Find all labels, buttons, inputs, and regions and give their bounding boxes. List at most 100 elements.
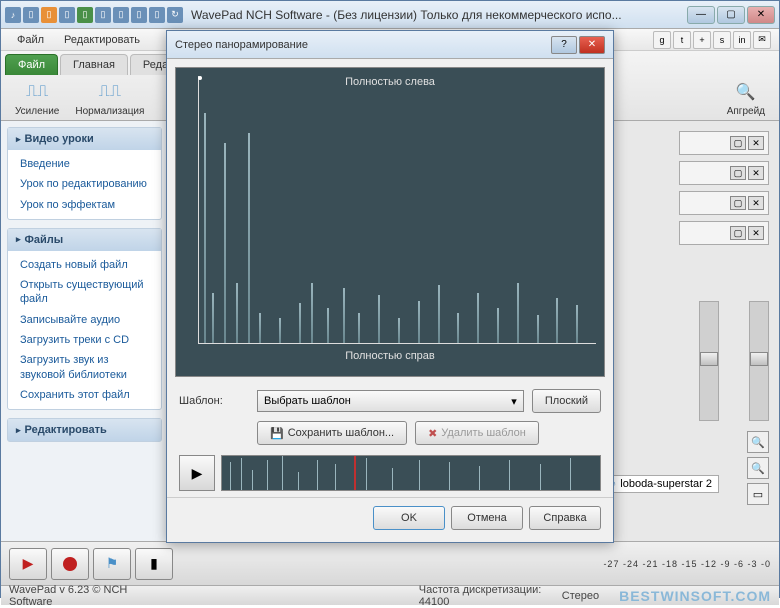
sidebar-panel-lessons: Видео уроки Введение Урок по редактирова…: [7, 127, 162, 220]
volume-slider[interactable]: [699, 301, 719, 421]
sidebar-links: Создать новый файл Открыть существующий …: [8, 251, 161, 409]
maximize-button[interactable]: ▢: [717, 6, 745, 24]
sidebar-link[interactable]: Введение: [8, 154, 161, 174]
amplify-button[interactable]: ⎍⎍ Усиление: [9, 78, 65, 119]
qa-icon[interactable]: ▯: [77, 7, 93, 23]
close-button[interactable]: ✕: [747, 6, 775, 24]
restore-icon[interactable]: ▢: [730, 136, 746, 150]
sidebar-panel-files: Файлы Создать новый файл Открыть существ…: [7, 228, 162, 410]
qa-icon[interactable]: ▯: [131, 7, 147, 23]
watermark: BESTWINSOFT.COM: [619, 588, 771, 604]
doc-tab[interactable]: ▢✕: [679, 221, 769, 245]
pan-canvas[interactable]: Полностью слева Полностью справ: [175, 67, 605, 377]
upgrade-label: Апгрейд: [727, 106, 765, 117]
social-icon[interactable]: +: [693, 31, 711, 49]
restore-icon[interactable]: ▢: [730, 196, 746, 210]
zoom-in-icon[interactable]: 🔍: [747, 431, 769, 453]
social-icon[interactable]: g: [653, 31, 671, 49]
menu-file[interactable]: Файл: [9, 32, 52, 48]
ribbon-tab-main[interactable]: Главная: [60, 54, 128, 75]
help-button[interactable]: ?: [551, 36, 577, 54]
dialog-titlebar: Стерео панорамирование ? ✕: [167, 31, 613, 59]
sidebar-link[interactable]: Создать новый файл: [8, 255, 161, 275]
sidebar-link[interactable]: Урок по эффектам: [8, 195, 161, 215]
restore-icon[interactable]: ▢: [730, 226, 746, 240]
chevron-down-icon: ▾: [511, 395, 517, 408]
stereo-pan-dialog: Стерео панорамирование ? ✕ Полностью сле…: [166, 30, 614, 543]
qa-icon[interactable]: ▯: [113, 7, 129, 23]
pan-slider[interactable]: [749, 301, 769, 421]
sidebar-link[interactable]: Загрузить звук из звуковой библиотеки: [8, 350, 161, 385]
window-controls: — ▢ ✕: [687, 6, 775, 24]
zoom-fit-icon[interactable]: ▭: [747, 483, 769, 505]
social-icon[interactable]: t: [673, 31, 691, 49]
close-icon[interactable]: ✕: [748, 136, 764, 150]
stop-button[interactable]: ⚑: [93, 548, 131, 580]
record-button[interactable]: [51, 548, 89, 580]
social-icon[interactable]: ✉: [753, 31, 771, 49]
dialog-close-button[interactable]: ✕: [579, 36, 605, 54]
cancel-button[interactable]: Отмена: [451, 506, 523, 530]
playhead-marker[interactable]: [354, 456, 356, 490]
window-title: WavePad NCH Software - (Без лицензии) То…: [191, 8, 687, 22]
sidebar-link[interactable]: Записывайте аудио: [8, 310, 161, 330]
help-button[interactable]: Справка: [529, 506, 601, 530]
doc-tab[interactable]: ▢✕: [679, 191, 769, 215]
preview-play-button[interactable]: ▶: [179, 455, 215, 491]
flat-button[interactable]: Плоский: [532, 389, 601, 413]
template-select[interactable]: Выбрать шаблон ▾: [257, 390, 524, 412]
file-label[interactable]: ♪ loboda-superstar 2: [604, 475, 719, 493]
slider-thumb[interactable]: [750, 352, 768, 366]
close-icon[interactable]: ✕: [748, 226, 764, 240]
restore-icon[interactable]: ▢: [730, 166, 746, 180]
sidebar-link[interactable]: Урок по редактированию: [8, 174, 161, 194]
sidebar-header[interactable]: Файлы: [8, 229, 161, 251]
social-icon[interactable]: in: [733, 31, 751, 49]
menu-edit[interactable]: Редактировать: [56, 32, 148, 48]
social-icon[interactable]: s: [713, 31, 731, 49]
delete-template-label: Удалить шаблон: [441, 427, 526, 439]
normalize-label: Нормализация: [75, 106, 144, 117]
doc-tab[interactable]: ▢✕: [679, 131, 769, 155]
minimize-button[interactable]: —: [687, 6, 715, 24]
version-label: WavePad v 6.23 © NCH Software: [9, 584, 139, 608]
qa-icon[interactable]: ▯: [41, 7, 57, 23]
upgrade-button[interactable]: 🔍 Апгрейд: [721, 78, 771, 119]
qa-icon[interactable]: ▯: [59, 7, 75, 23]
transport-bar: ▶ ⚑ ▮ -27 -24 -21 -18 -15 -12 -9 -6 -3 -…: [1, 541, 779, 585]
play-button[interactable]: ▶: [9, 548, 47, 580]
sidebar-link[interactable]: Открыть существующий файл: [8, 275, 161, 310]
pan-start-point[interactable]: [198, 76, 202, 80]
close-icon[interactable]: ✕: [748, 166, 764, 180]
sidebar-header[interactable]: Видео уроки: [8, 128, 161, 150]
preview-waveform[interactable]: [221, 455, 601, 491]
qa-icon[interactable]: ▯: [23, 7, 39, 23]
normalize-button[interactable]: ⎍⎍ Нормализация: [69, 78, 150, 119]
zoom-out-icon[interactable]: 🔍: [747, 457, 769, 479]
sidebar-link[interactable]: Загрузить треки с CD: [8, 330, 161, 350]
close-icon[interactable]: ✕: [748, 196, 764, 210]
rewind-button[interactable]: ▮: [135, 548, 173, 580]
upgrade-icon: 🔍: [734, 80, 758, 104]
x-axis: [198, 343, 596, 344]
slider-thumb[interactable]: [700, 352, 718, 366]
ribbon-tab-file[interactable]: Файл: [5, 54, 58, 75]
delete-template-button[interactable]: ✖ Удалить шаблон: [415, 421, 539, 445]
save-icon: 💾: [270, 427, 284, 440]
ok-button[interactable]: OK: [373, 506, 445, 530]
sidebar-link[interactable]: Сохранить этот файл: [8, 385, 161, 405]
qa-icon[interactable]: ▯: [95, 7, 111, 23]
amplify-icon: ⎍⎍: [25, 80, 49, 104]
file-name: loboda-superstar 2: [620, 478, 712, 490]
qa-icon[interactable]: ▯: [149, 7, 165, 23]
qa-icon[interactable]: ↻: [167, 7, 183, 23]
sidebar-header[interactable]: Редактировать: [8, 419, 161, 441]
sidebar-links: Введение Урок по редактированию Урок по …: [8, 150, 161, 219]
document-tabs: ▢✕ ▢✕ ▢✕ ▢✕: [679, 131, 769, 251]
doc-tab[interactable]: ▢✕: [679, 161, 769, 185]
zoom-controls: 🔍 🔍 ▭: [747, 431, 769, 505]
save-template-button[interactable]: 💾 Сохранить шаблон...: [257, 421, 407, 445]
full-left-label: Полностью слева: [176, 76, 604, 88]
dialog-title: Стерео панорамирование: [175, 39, 549, 51]
pan-waveform: [200, 103, 596, 343]
